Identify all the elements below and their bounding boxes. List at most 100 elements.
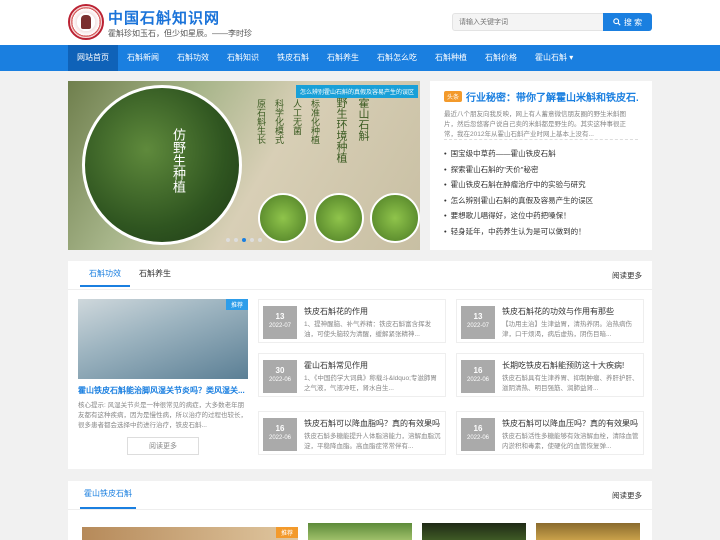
card-desc: 铁皮石斛具有生津养胃、抑制肿瘤、养肝护肝、滋阴清热、明目强筋、润肺益肾... (502, 375, 639, 392)
slider-dot[interactable] (226, 238, 230, 242)
slider-text-col: 人工无菌 (291, 99, 301, 135)
card-desc: 铁皮石斛活性多糖能够有效溶解血栓，清除血管内淤积和毒素，使硬化的血管恢复弹... (502, 433, 639, 450)
date-badge: 16 2022-06 (461, 360, 495, 393)
main-nav: 网站首页 石斛新闻 石斛功效 石斛知识 铁皮石斛 石斛养生 石斛怎么吃 石斛种植… (0, 45, 720, 71)
tab-huoshan-tiepi[interactable]: 霍山铁皮石斛 (80, 481, 136, 509)
read-more-link[interactable]: 阅读更多 (612, 490, 642, 501)
effects-section: 石斛功效 石斛养生 阅读更多 推荐 霍山铁皮石斛能治脚风湿关节炎吗？类风湿关..… (68, 261, 652, 469)
card-title[interactable]: 霍山石斛常见作用 (304, 360, 368, 371)
card-desc: 1、《中国药学大词典》称载斗&ldquo;专滋肺胃之气液，气液冲旺，肾水自生..… (304, 375, 437, 392)
date-month: 2022-07 (466, 323, 490, 329)
slider-dot-active[interactable] (242, 238, 246, 242)
nav-item-tiepi[interactable]: 铁皮石斛 (268, 45, 318, 71)
featured-article: 推荐 霍山铁皮石斛能治脚风湿关节炎吗？类风湿关... 核心提示: 风湿关节炎是一… (78, 299, 248, 455)
article-card[interactable]: 30 2022-06 霍山石斛常见作用 1、《中国药学大词典》称载斗&ldquo;… (258, 353, 446, 397)
slider-main-image: 仿野生种植 (82, 85, 242, 245)
huoshan-section: 霍山铁皮石斛 阅读更多 推荐 (68, 481, 652, 540)
divider (68, 509, 652, 510)
date-month: 2022-06 (268, 377, 292, 383)
image-slider[interactable]: 仿野生种植 原石斛生长 科学化模式 人工无菌 标准化种植 野生环境种植 霍山石斛… (68, 81, 420, 250)
date-month: 2022-07 (268, 323, 292, 329)
thumbnail-image (370, 193, 420, 243)
list-item[interactable]: 国宝级中草药——霍山铁皮石斛 (444, 146, 638, 162)
read-more-link[interactable]: 阅读更多 (612, 270, 642, 281)
nav-item-huoshan-dropdown[interactable]: 霍山石斛 ▾ (526, 45, 582, 71)
date-badge: 30 2022-06 (263, 360, 297, 393)
slider-text-col: 标准化种植 (309, 99, 319, 144)
nav-item-price[interactable]: 石斛价格 (476, 45, 526, 71)
recommend-badge: 推荐 (275, 527, 298, 538)
article-card[interactable]: 16 2022-06 铁皮石斛可以降血压吗？真的有效果吗 铁皮石斛活性多糖能够有效… (456, 411, 644, 455)
nav-item-home[interactable]: 网站首页 (68, 45, 118, 71)
card-title[interactable]: 长期吃铁皮石斛能预防这十大疾病! (502, 360, 624, 371)
slider-text-col: 科学化模式 (273, 99, 283, 144)
tab-effects[interactable]: 石斛功效 (80, 261, 130, 287)
search-icon (613, 18, 621, 26)
article-image[interactable] (308, 523, 412, 540)
date-badge: 16 2022-06 (461, 418, 495, 451)
tab-health[interactable]: 石斛养生 (130, 261, 180, 287)
section-tabs: 石斛功效 石斛养生 (80, 261, 180, 287)
date-badge: 16 2022-06 (263, 418, 297, 451)
thumbnail-image (314, 193, 364, 243)
date-day: 16 (473, 424, 483, 433)
card-title[interactable]: 铁皮石斛可以降血脂吗？真的有效果吗 (304, 418, 440, 429)
list-item[interactable]: 探索霍山石斛的"天价"秘密 (444, 162, 638, 178)
search-button[interactable]: 搜 索 (603, 13, 652, 31)
thumbnail-image (258, 193, 308, 243)
featured-image[interactable]: 推荐 (78, 299, 248, 379)
date-day: 16 (275, 424, 285, 433)
headline-title[interactable]: 头条 行业秘密：带你了解霍山米斛和铁皮石... (444, 89, 638, 104)
article-card[interactable]: 16 2022-06 长期吃铁皮石斛能预防这十大疾病! 铁皮石斛具有生津养胃、抑制… (456, 353, 644, 397)
card-desc: 【功用主治】生津益胃，清热养阴。治热病伤津，口干烦渴，病后虚热，阴伤目暗... (502, 321, 632, 338)
card-desc: 铁皮石斛多糖能提升人体脂溶能力，溶解血脂沉淀，平稳降血脂。高血脂症常常伴有... (304, 433, 441, 450)
card-title[interactable]: 铁皮石斛花的功效与作用有那些 (502, 306, 614, 317)
nav-item-health[interactable]: 石斛养生 (318, 45, 368, 71)
read-more-button[interactable]: 阅读更多 (127, 437, 199, 455)
card-title[interactable]: 铁皮石斛可以降血压吗？真的有效果吗 (502, 418, 638, 429)
site-logo[interactable] (68, 4, 104, 40)
date-month: 2022-06 (466, 377, 490, 383)
slider-text-col: 原石斛生长 (255, 99, 265, 144)
date-badge: 13 2022-07 (263, 306, 297, 339)
article-card[interactable]: 16 2022-06 铁皮石斛可以降血脂吗？真的有效果吗 铁皮石斛多糖能提升人体脂… (258, 411, 446, 455)
article-image[interactable] (422, 523, 526, 540)
date-day: 16 (473, 366, 483, 375)
slider-dot[interactable] (234, 238, 238, 242)
list-item[interactable]: 轻身延年，中药养生认为是可以做到的！ (444, 224, 638, 240)
slider-dot[interactable] (250, 238, 254, 242)
headline-box: 头条 行业秘密：带你了解霍山米斛和铁皮石... 最近八个朋友向我反映，网上有人蓄意… (430, 81, 652, 250)
card-desc: 1、提神醒脑、补气养精：铁皮石斛富含挥发油，可使头脑较为清醒，缓解紧张精神... (304, 321, 432, 338)
headline-list: 国宝级中草药——霍山铁皮石斛 探索霍山石斛的"天价"秘密 霍山铁皮石斛在肿瘤治疗… (444, 146, 638, 239)
headline-title-text[interactable]: 行业秘密：带你了解霍山米斛和铁皮石... (466, 89, 638, 104)
nav-item-how-to-eat[interactable]: 石斛怎么吃 (368, 45, 426, 71)
site-header: 中国石斛知识网 霍斛珍如玉石，但少如星辰。——李时珍 搜 索 (0, 0, 720, 45)
slider-thumbnails (258, 193, 420, 243)
list-item[interactable]: 怎么辨别霍山石斛的真假及容易产生的误区 (444, 193, 638, 209)
article-card[interactable]: 13 2022-07 铁皮石斛花的功效与作用有那些 【功用主治】生津益胃，清热养阴… (456, 299, 644, 343)
slider-caption[interactable]: 怎么辨别霍山石斛的真假及容易产生的误区 (295, 85, 418, 98)
featured-title[interactable]: 霍山铁皮石斛能治脚风湿关节炎吗？类风湿关... (78, 385, 248, 397)
site-slogan: 霍斛珍如玉石，但少如星辰。——李时珍 (108, 29, 252, 38)
search-input[interactable] (452, 13, 604, 31)
nav-item-effects[interactable]: 石斛功效 (168, 45, 218, 71)
site-title[interactable]: 中国石斛知识网 (108, 7, 220, 28)
article-card[interactable]: 13 2022-07 铁皮石斛花的作用 1、提神醒脑、补气养精：铁皮石斛富含挥发油… (258, 299, 446, 343)
article-image[interactable] (536, 523, 640, 540)
list-item[interactable]: 要想歌儿唱得好，这位中药把嗓保！ (444, 208, 638, 224)
nav-item-planting[interactable]: 石斛种植 (426, 45, 476, 71)
nav-item-knowledge[interactable]: 石斛知识 (218, 45, 268, 71)
slider-dots (226, 238, 262, 242)
nav-item-news[interactable]: 石斛新闻 (118, 45, 168, 71)
featured-desc: 核心提示: 风湿关节炎是一种很常见的病症，大多数老年朋友都有这种疾病，因为是慢性… (78, 402, 247, 429)
date-month: 2022-06 (466, 435, 490, 441)
slider-dot[interactable] (258, 238, 262, 242)
search-button-label: 搜 索 (623, 17, 643, 27)
card-title[interactable]: 铁皮石斛花的作用 (304, 306, 368, 317)
date-day: 13 (473, 312, 483, 321)
slider-text-col: 霍山石斛 (357, 97, 370, 141)
list-item[interactable]: 霍山铁皮石斛在肿瘤治疗中的实验与研究 (444, 177, 638, 193)
slider-text-col: 野生环境种植 (335, 97, 348, 163)
divider (68, 289, 652, 290)
article-image[interactable]: 推荐 (82, 527, 298, 540)
